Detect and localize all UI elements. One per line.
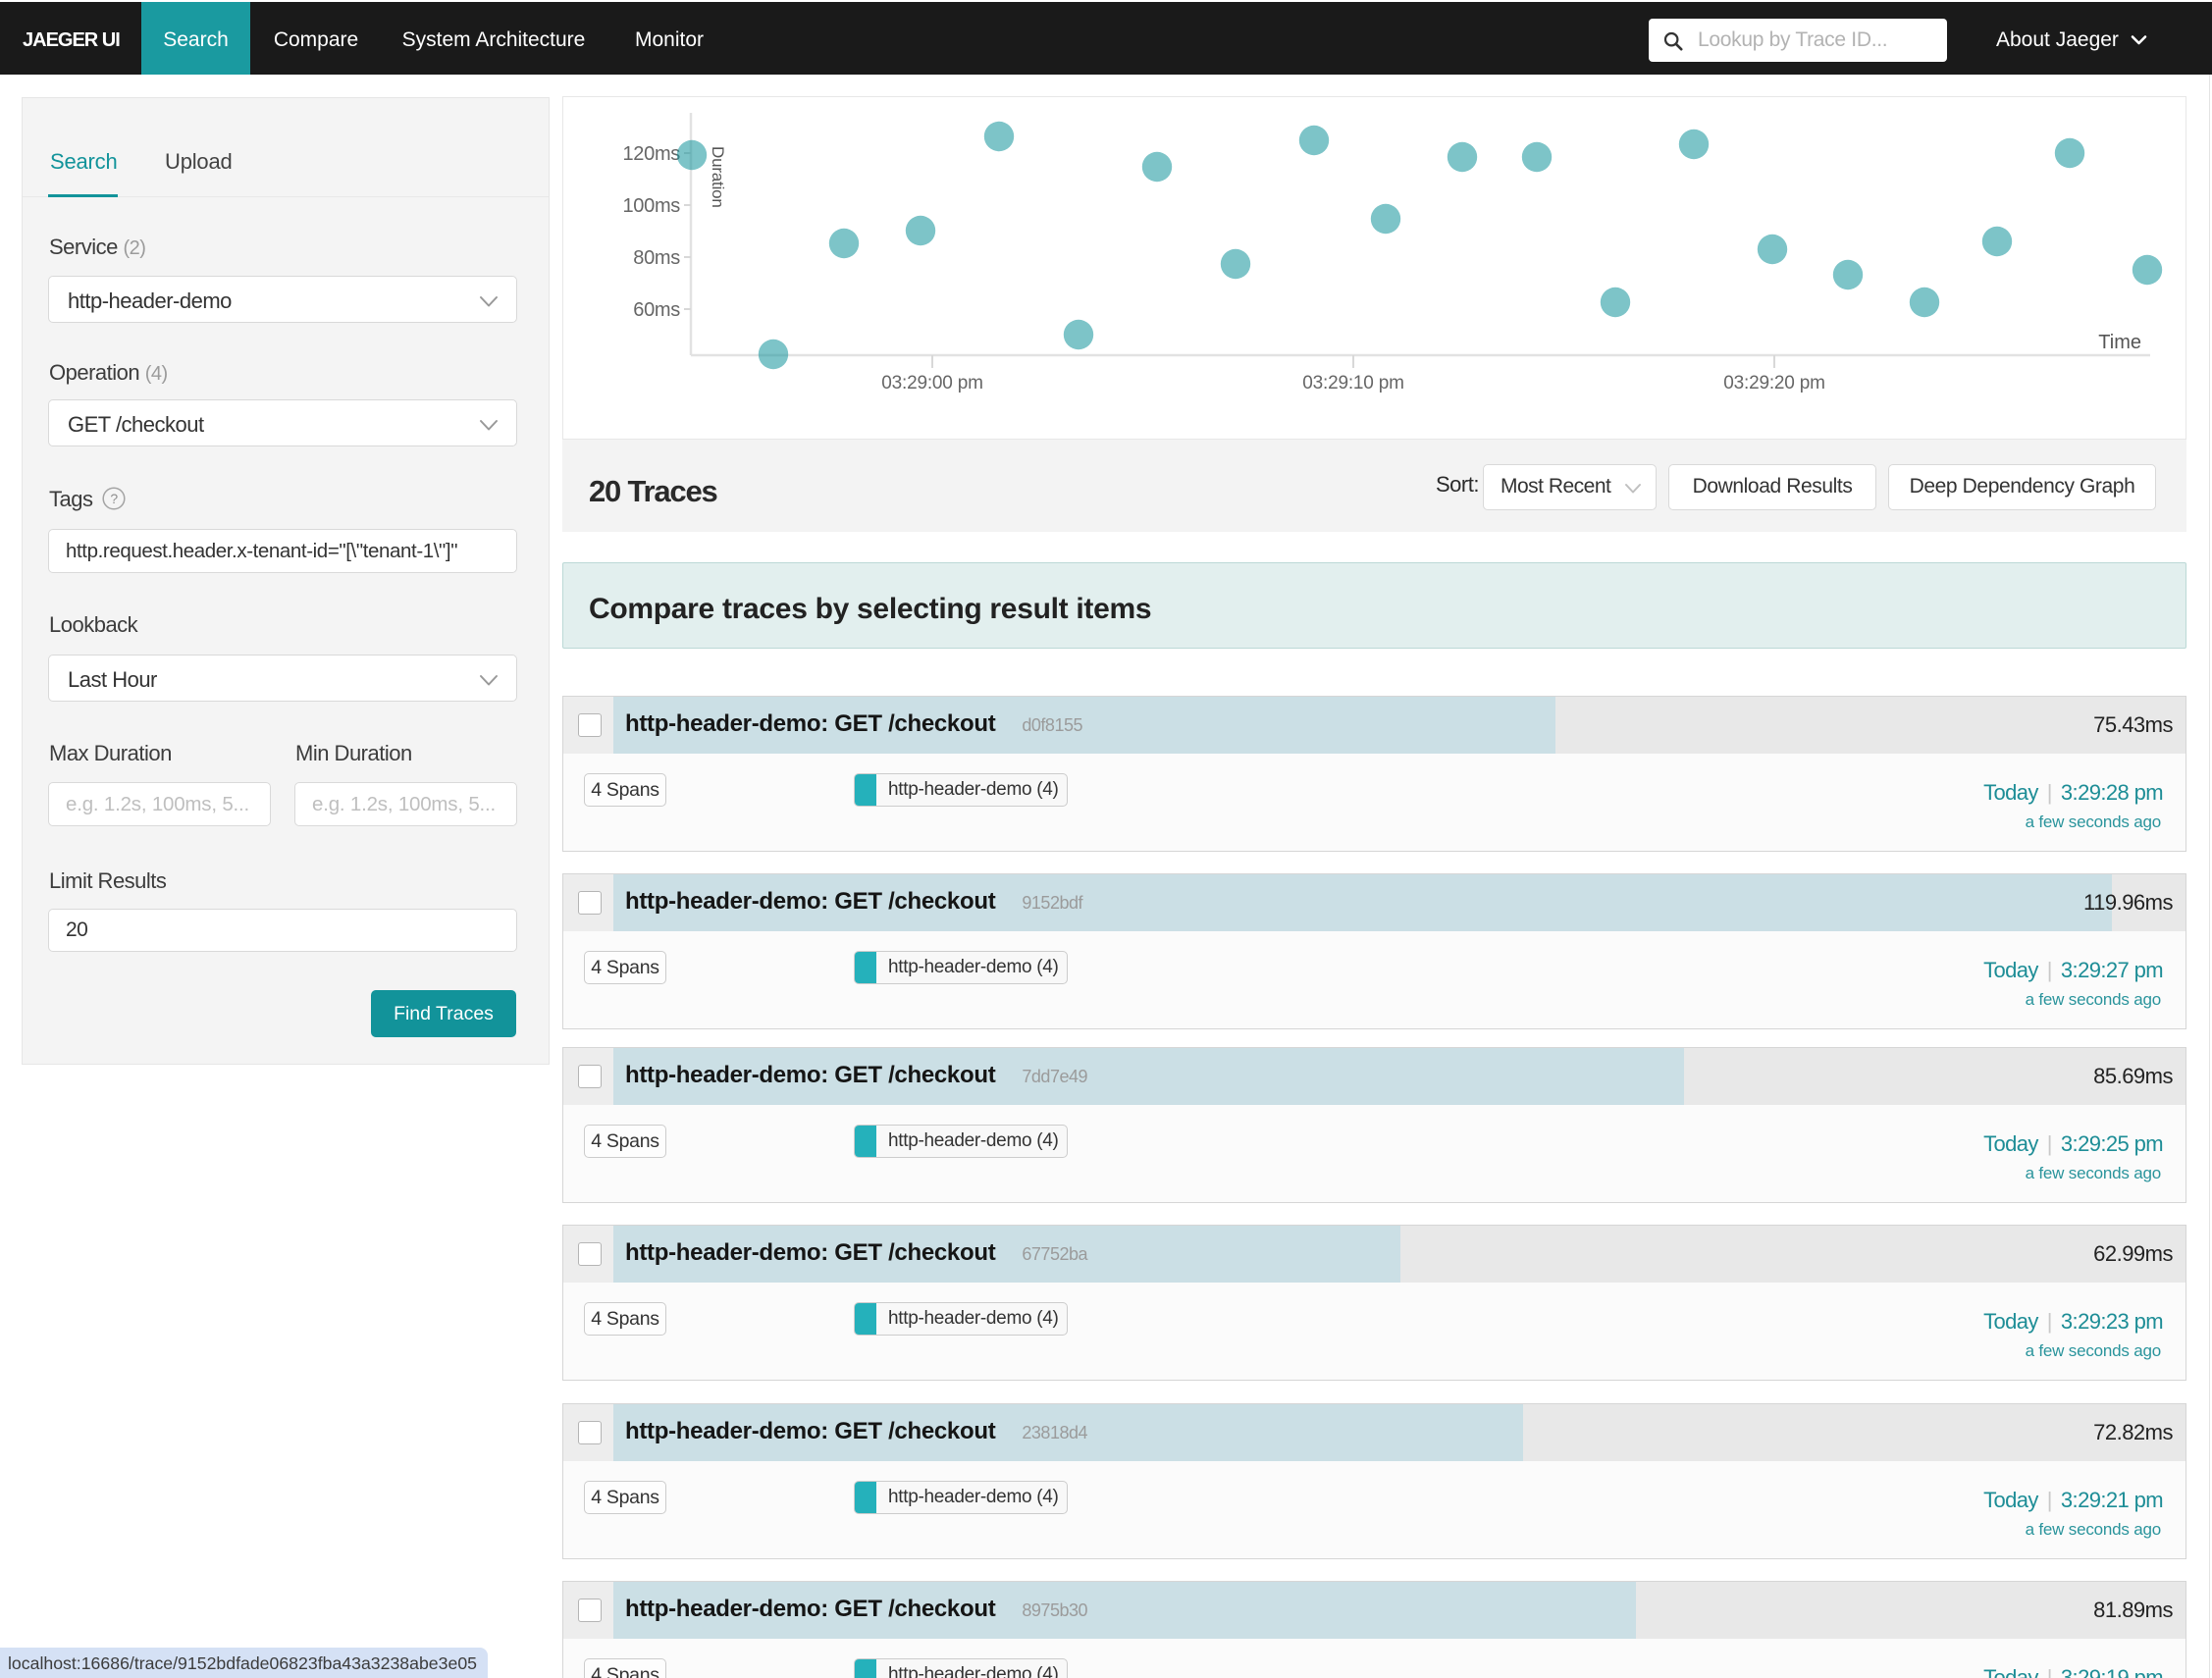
- svg-text:?: ?: [110, 491, 118, 506]
- svg-text:120ms: 120ms: [622, 143, 680, 165]
- svg-text:80ms: 80ms: [633, 247, 680, 269]
- svg-text:03:29:20 pm: 03:29:20 pm: [1723, 373, 1824, 393]
- svg-text:100ms: 100ms: [622, 195, 680, 217]
- svg-text:Duration: Duration: [709, 146, 727, 208]
- svg-text:60ms: 60ms: [633, 299, 680, 321]
- svg-text:03:29:10 pm: 03:29:10 pm: [1302, 373, 1403, 393]
- svg-text:03:29:00 pm: 03:29:00 pm: [881, 373, 982, 393]
- svg-text:Time: Time: [2098, 332, 2141, 353]
